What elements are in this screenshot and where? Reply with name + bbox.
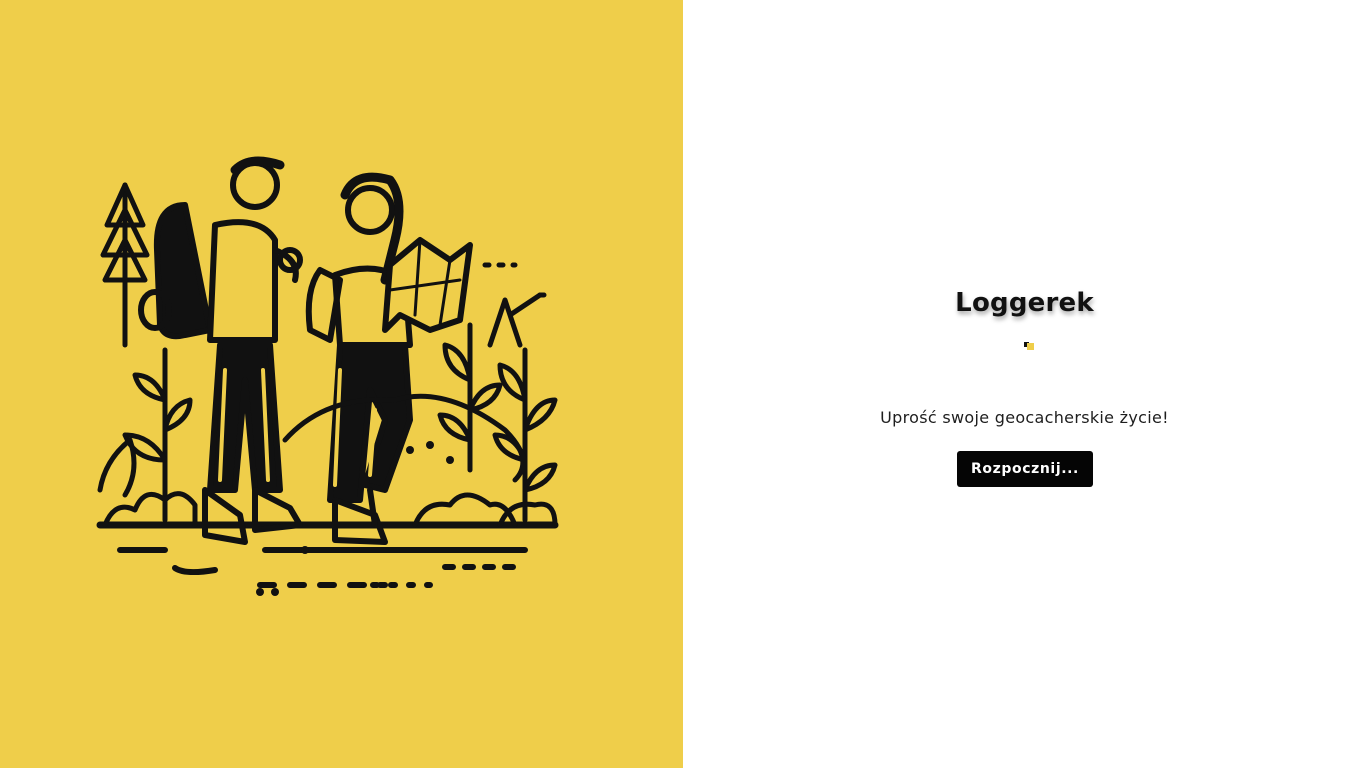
hikers-illustration: [96, 156, 559, 596]
illustration-panel: [0, 0, 683, 768]
content-panel: Loggerek Uprość swoje geocacherskie życi…: [683, 0, 1366, 768]
logo-mark-icon: [1024, 342, 1034, 350]
brand: Loggerek: [683, 288, 1366, 350]
landing-page: Loggerek Uprość swoje geocacherskie życi…: [0, 0, 1366, 768]
tagline: Uprość swoje geocacherskie życie!: [880, 408, 1169, 427]
app-title: Loggerek: [955, 288, 1094, 318]
start-button[interactable]: Rozpocznij...: [957, 451, 1093, 487]
